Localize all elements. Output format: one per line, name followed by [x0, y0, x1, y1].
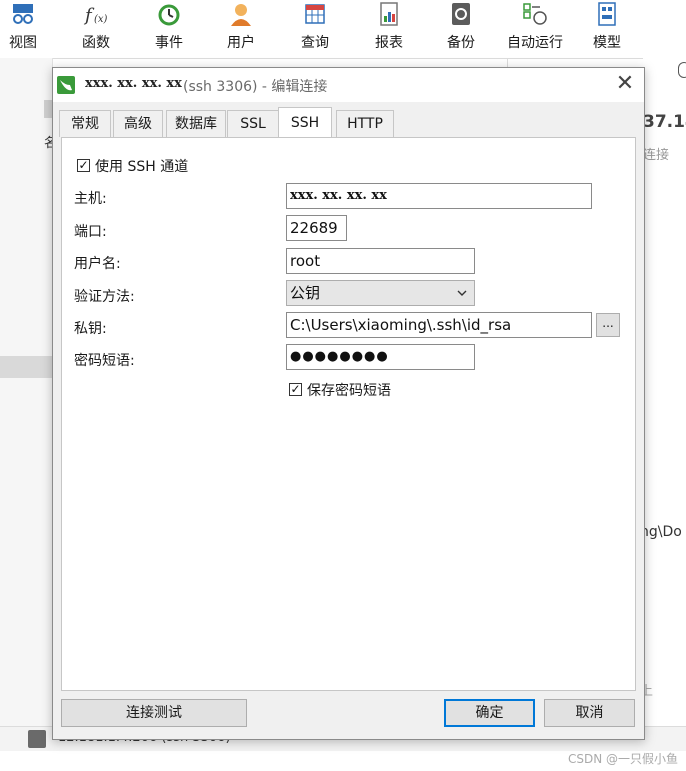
use-ssh-label: 使用 SSH 通道 [95, 159, 189, 175]
cancel-button[interactable]: 取消 [544, 699, 635, 727]
ok-button[interactable]: 确定 [444, 699, 535, 727]
host-input[interactable]: xxx. xx. xx. xx [286, 183, 592, 209]
tab-database[interactable]: 数据库 [166, 110, 226, 137]
query-table-icon [305, 4, 325, 24]
toolbar-query-label: 查询 [301, 35, 329, 51]
private-key-label: 私钥: [74, 321, 107, 337]
toolbar-automation-label: 自动运行 [507, 35, 563, 51]
dialog-title-bar[interactable]: xxx. xx. xx. xx (ssh 3306) - 编辑连接 ✕ [53, 68, 644, 102]
automation-icon [523, 3, 547, 25]
navigation-selected-row[interactable] [0, 356, 52, 378]
port-input[interactable]: 22689 [286, 215, 347, 241]
info-pane-path: ng\Do [640, 524, 682, 540]
toolbar-automation-button[interactable]: 自动运行 [500, 0, 570, 56]
watermark: CSDN @一只假小鱼 [567, 752, 678, 766]
toolbar-event-label: 事件 [155, 35, 183, 51]
toolbar-backup-label: 备份 [447, 35, 475, 51]
toolbar-view-button[interactable]: 视图 [0, 0, 46, 56]
edit-connection-dialog: xxx. xx. xx. xx (ssh 3306) - 编辑连接 ✕ 常规 高… [52, 67, 645, 740]
app-window: 视图 f (x) 函数 事件 用户 查询 报表 备份 自动运行 模型 名 37.… [0, 0, 686, 771]
connection-status-icon [28, 730, 46, 748]
info-pane-scroll-handle[interactable] [678, 62, 686, 78]
toolbar-user-button[interactable]: 用户 [218, 0, 264, 56]
event-clock-icon [158, 4, 180, 26]
username-input[interactable]: root [286, 248, 475, 274]
navigation-pane[interactable] [0, 58, 53, 726]
dialog-title-suffix: (ssh 3306) - 编辑连接 [183, 79, 328, 95]
username-label: 用户名: [74, 256, 121, 272]
chevron-down-icon [456, 281, 468, 305]
ssh-settings-panel: ✓ 使用 SSH 通道 主机: xxx. xx. xx. xx 端口: 2268… [61, 137, 636, 691]
function-icon: f (x) [83, 5, 108, 26]
tab-http[interactable]: HTTP [336, 110, 394, 137]
info-pane-subtitle: 连接 [643, 148, 670, 163]
passphrase-input[interactable]: ●●●●●●●● [286, 344, 475, 370]
save-passphrase-checkbox[interactable]: ✓ [289, 383, 302, 396]
backup-icon [452, 3, 470, 25]
auth-method-label: 验证方法: [74, 289, 135, 305]
tab-ssl[interactable]: SSL [227, 110, 279, 137]
tab-advanced[interactable]: 高级 [113, 110, 163, 137]
user-icon [231, 4, 251, 26]
host-label: 主机: [74, 191, 107, 207]
browse-key-button[interactable]: ... [596, 313, 620, 337]
toolbar-user-label: 用户 [227, 35, 255, 51]
toolbar-event-button[interactable]: 事件 [146, 0, 192, 56]
app-logo-icon [57, 76, 75, 94]
main-toolbar: 视图 f (x) 函数 事件 用户 查询 报表 备份 自动运行 模型 [0, 0, 686, 59]
save-passphrase-label: 保存密码短语 [307, 383, 391, 399]
toolbar-query-button[interactable]: 查询 [292, 0, 338, 56]
private-key-input[interactable]: C:\Users\xiaoming\.ssh\id_rsa [286, 312, 592, 338]
report-icon [380, 2, 398, 26]
test-connection-button[interactable]: 连接测试 [61, 699, 247, 727]
use-ssh-checkbox[interactable]: ✓ [77, 159, 90, 172]
model-icon [598, 2, 616, 26]
toolbar-report-button[interactable]: 报表 [366, 0, 412, 56]
view-icon [13, 4, 33, 24]
svg-text:(x): (x) [94, 14, 108, 25]
toolbar-model-label: 模型 [593, 35, 621, 51]
toolbar-function-button[interactable]: f (x) 函数 [72, 0, 120, 56]
close-icon[interactable]: ✕ [611, 70, 639, 100]
info-pane-title: 37.14 [643, 112, 686, 132]
toolbar-model-button[interactable]: 模型 [584, 0, 630, 56]
auth-method-select[interactable]: 公钥 [286, 280, 475, 306]
port-label: 端口: [74, 224, 107, 240]
passphrase-label: 密码短语: [74, 353, 135, 369]
toolbar-backup-button[interactable]: 备份 [438, 0, 484, 56]
tab-ssh[interactable]: SSH [278, 107, 332, 137]
auth-method-value: 公钥 [290, 284, 321, 302]
toolbar-view-label: 视图 [9, 35, 37, 51]
toolbar-report-label: 报表 [375, 35, 403, 51]
dialog-title-host: xxx. xx. xx. xx [85, 76, 182, 91]
tab-general[interactable]: 常规 [59, 110, 111, 137]
toolbar-function-label: 函数 [82, 35, 110, 51]
